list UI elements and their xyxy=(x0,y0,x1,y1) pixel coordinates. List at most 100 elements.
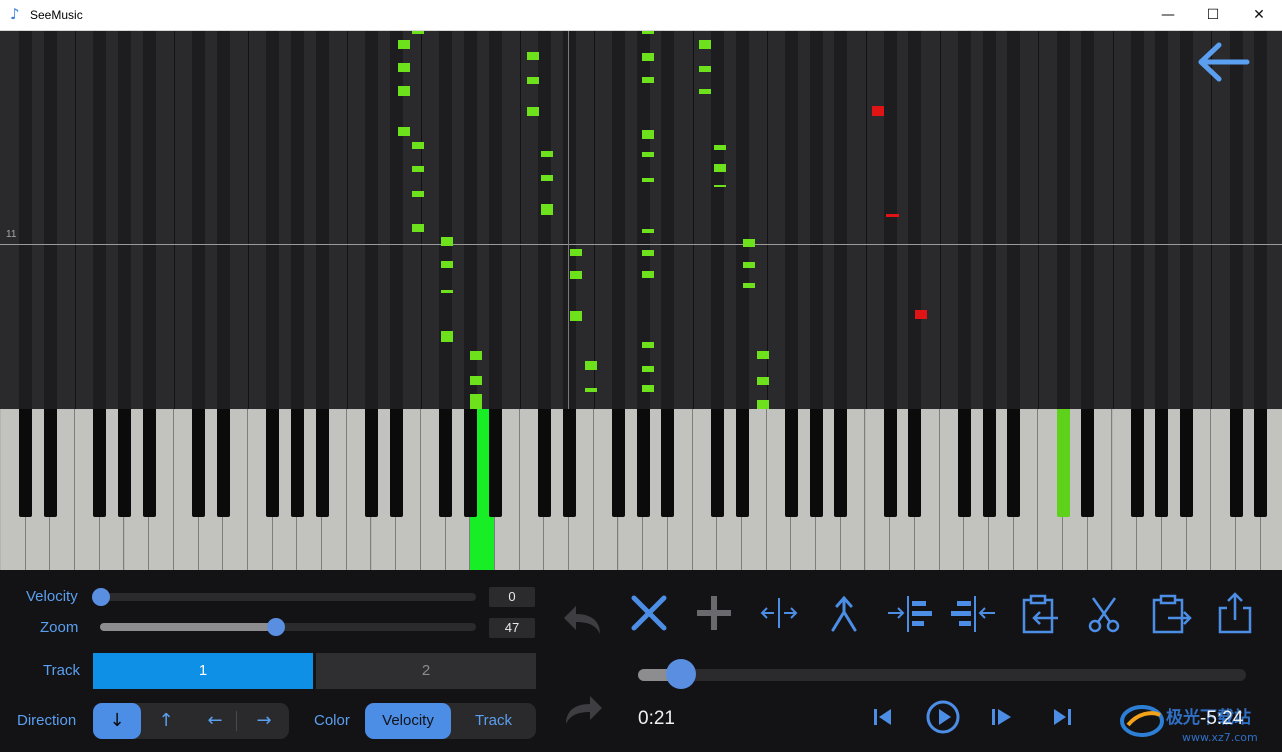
split-icon[interactable] xyxy=(756,592,802,636)
note[interactable] xyxy=(642,385,654,392)
black-key[interactable] xyxy=(982,409,996,517)
black-key[interactable] xyxy=(957,409,971,517)
note[interactable] xyxy=(412,142,424,149)
merge-icon[interactable] xyxy=(821,592,867,636)
minimize-button[interactable]: — xyxy=(1145,0,1191,30)
note[interactable] xyxy=(570,249,582,256)
black-key[interactable] xyxy=(883,409,897,517)
black-key[interactable] xyxy=(216,409,230,517)
note[interactable] xyxy=(527,52,539,60)
direction-up-button[interactable]: ↑ xyxy=(142,703,190,739)
note[interactable] xyxy=(714,185,726,187)
track-2-button[interactable]: 2 xyxy=(316,653,536,689)
note[interactable] xyxy=(570,311,582,321)
black-key[interactable] xyxy=(19,409,33,517)
note[interactable] xyxy=(541,204,553,215)
note[interactable] xyxy=(642,250,654,256)
note[interactable] xyxy=(743,283,755,288)
note[interactable] xyxy=(412,224,424,232)
black-key[interactable] xyxy=(1130,409,1144,517)
playback-progress-handle[interactable] xyxy=(666,659,696,689)
note[interactable] xyxy=(398,63,410,72)
note[interactable] xyxy=(743,239,755,247)
play-icon[interactable] xyxy=(924,698,962,736)
note[interactable] xyxy=(398,40,410,49)
color-velocity-button[interactable]: Velocity xyxy=(365,703,451,739)
note[interactable] xyxy=(470,394,482,409)
note-selected[interactable] xyxy=(872,106,884,116)
note[interactable] xyxy=(714,145,726,150)
black-key[interactable] xyxy=(661,409,675,517)
note[interactable] xyxy=(699,89,711,94)
note[interactable] xyxy=(412,166,424,172)
note[interactable] xyxy=(714,164,726,172)
black-key[interactable] xyxy=(389,409,403,517)
velocity-slider-handle[interactable] xyxy=(92,588,110,606)
piano-keyboard[interactable] xyxy=(0,409,1282,570)
note[interactable] xyxy=(642,31,654,34)
note[interactable] xyxy=(699,40,711,49)
zoom-slider-handle[interactable] xyxy=(267,618,285,636)
copy-icon[interactable] xyxy=(1146,592,1192,636)
arrow-left-icon[interactable] xyxy=(1195,41,1253,83)
delete-icon[interactable] xyxy=(626,592,672,636)
direction-right-button[interactable]: → xyxy=(240,703,288,739)
velocity-slider[interactable] xyxy=(100,593,476,601)
track-1-button[interactable]: 1 xyxy=(93,653,313,689)
note[interactable] xyxy=(398,86,410,96)
black-key[interactable] xyxy=(93,409,107,517)
black-key[interactable] xyxy=(1254,409,1268,517)
black-key[interactable] xyxy=(192,409,206,517)
black-key[interactable] xyxy=(488,409,502,517)
piano-roll[interactable]: 11 xyxy=(0,31,1282,409)
note[interactable] xyxy=(441,331,453,342)
black-key[interactable] xyxy=(266,409,280,517)
black-key[interactable] xyxy=(735,409,749,517)
note[interactable] xyxy=(398,127,410,136)
note[interactable] xyxy=(585,361,597,370)
black-key[interactable] xyxy=(118,409,131,517)
maximize-button[interactable]: ☐ xyxy=(1190,0,1236,30)
black-key[interactable] xyxy=(290,409,304,517)
note[interactable] xyxy=(699,66,711,72)
black-key[interactable] xyxy=(1180,409,1194,517)
black-key[interactable] xyxy=(43,409,57,517)
note[interactable] xyxy=(441,237,453,246)
note[interactable] xyxy=(470,351,482,360)
note[interactable] xyxy=(527,107,539,116)
note[interactable] xyxy=(570,271,582,279)
note[interactable] xyxy=(527,77,539,84)
direction-left-button[interactable]: ← xyxy=(191,703,239,739)
note[interactable] xyxy=(642,53,654,61)
step-forward-icon[interactable] xyxy=(985,700,1019,734)
skip-back-icon[interactable] xyxy=(865,700,899,734)
note[interactable] xyxy=(757,377,769,385)
note[interactable] xyxy=(642,178,654,182)
playback-progress[interactable] xyxy=(638,669,1246,681)
black-key[interactable] xyxy=(463,409,477,517)
black-key[interactable] xyxy=(1081,409,1095,517)
black-key[interactable] xyxy=(439,409,453,517)
note[interactable] xyxy=(642,130,654,139)
note-selected[interactable] xyxy=(886,214,899,217)
black-key[interactable] xyxy=(710,409,724,517)
note[interactable] xyxy=(412,31,424,34)
paste-icon[interactable] xyxy=(1016,592,1062,636)
note[interactable] xyxy=(642,152,654,157)
align-right-icon[interactable] xyxy=(886,592,932,636)
black-key[interactable] xyxy=(1007,409,1021,517)
skip-forward-icon[interactable] xyxy=(1046,700,1080,734)
note[interactable] xyxy=(642,366,654,372)
note[interactable] xyxy=(585,388,597,392)
note[interactable] xyxy=(441,290,453,293)
black-key[interactable] xyxy=(562,409,576,517)
direction-down-button[interactable]: ↓ xyxy=(93,703,141,739)
note[interactable] xyxy=(642,229,654,233)
black-key[interactable] xyxy=(365,409,378,517)
black-key[interactable] xyxy=(834,409,848,517)
note[interactable] xyxy=(642,271,654,278)
black-key[interactable] xyxy=(142,409,156,517)
note[interactable] xyxy=(441,261,453,268)
export-icon[interactable] xyxy=(1212,592,1258,636)
black-key[interactable] xyxy=(1155,409,1169,517)
